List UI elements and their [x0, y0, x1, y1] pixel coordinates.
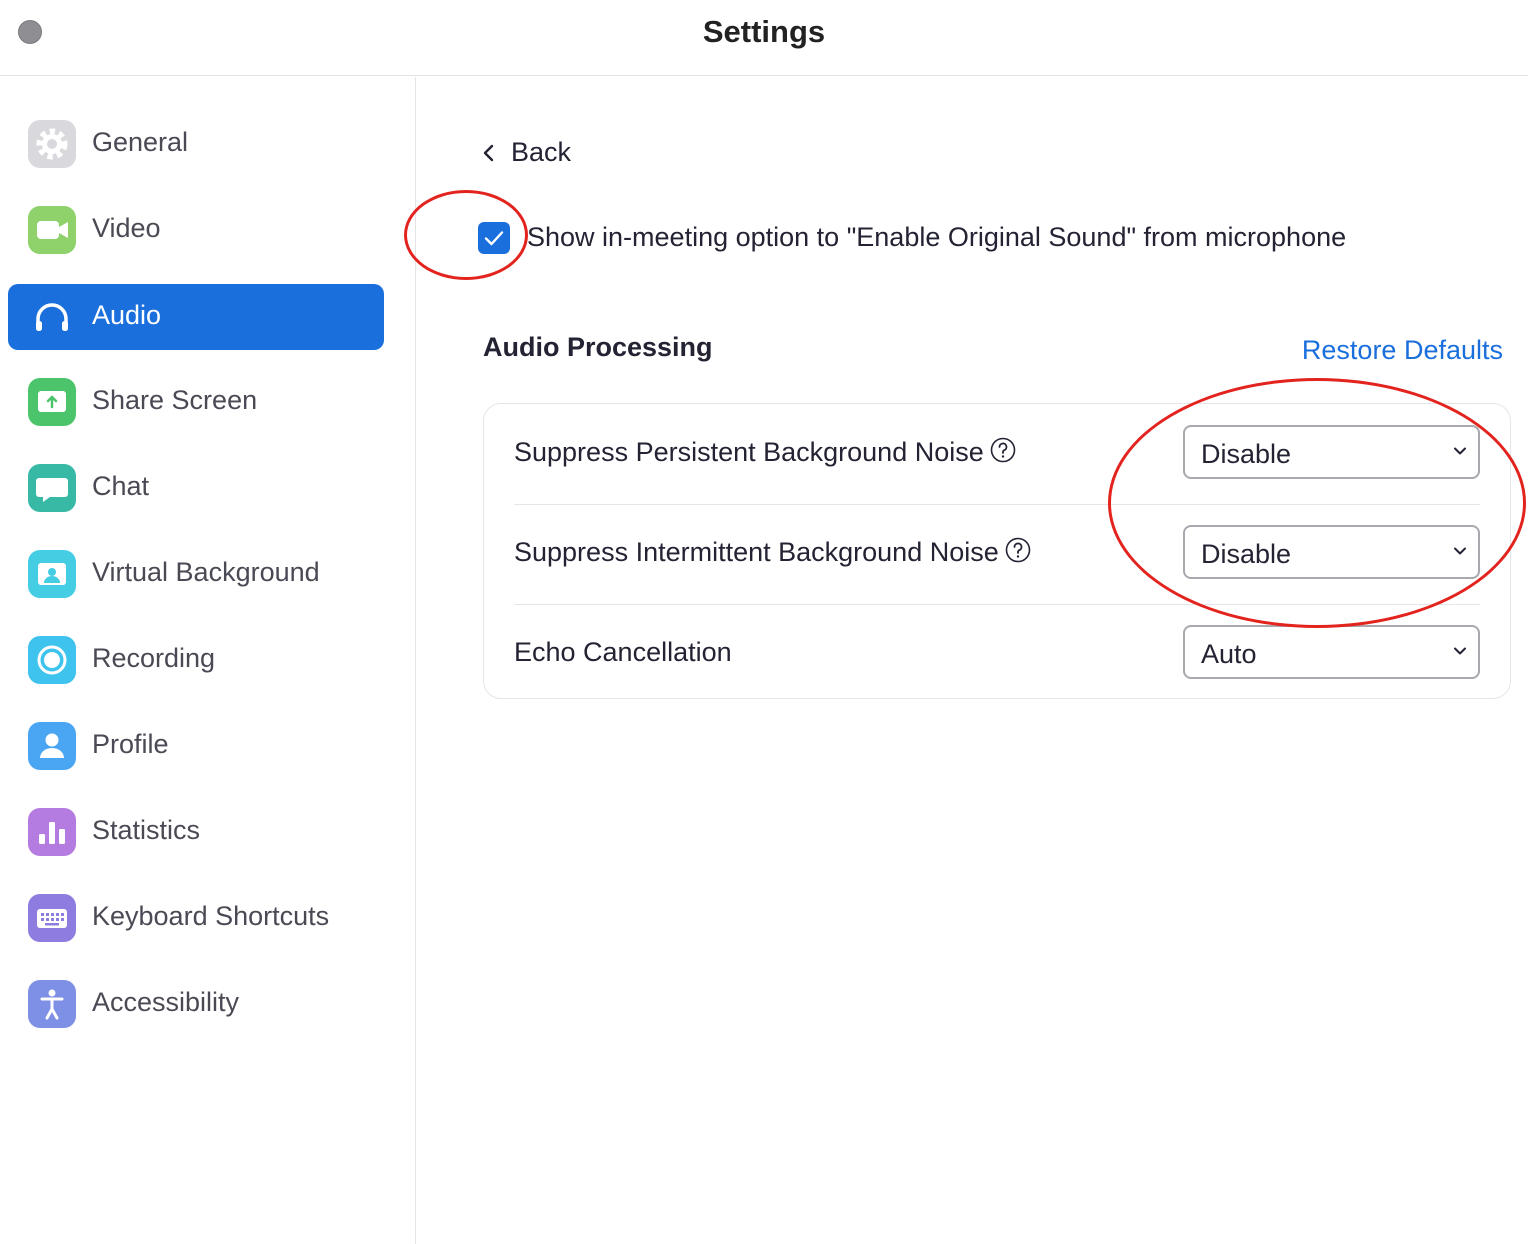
sidebar-item-label: Statistics — [92, 815, 201, 845]
sidebar-item-label: Keyboard Shortcuts — [92, 901, 330, 931]
sidebar-item-profile[interactable]: Profile — [8, 713, 384, 779]
setting-label: Echo Cancellation — [514, 637, 732, 667]
statistics-icon — [28, 808, 76, 856]
sidebar-item-label: General — [92, 127, 189, 157]
sidebar-item-accessibility[interactable]: Accessibility — [8, 971, 384, 1037]
sidebar-item-label: Audio — [92, 300, 162, 330]
recording-icon — [28, 636, 76, 684]
sidebar-item-statistics[interactable]: Statistics — [8, 799, 384, 865]
sidebar-item-label: Virtual Background — [92, 557, 320, 587]
checkmark-icon — [484, 231, 504, 246]
chevron-left-icon — [483, 144, 494, 162]
setting-row-echo-cancellation: Echo Cancellation Auto — [514, 604, 1480, 704]
setting-label: Suppress Intermittent Background Noise — [514, 537, 1031, 568]
setting-label: Suppress Persistent Background Noise — [514, 437, 1016, 468]
echo-cancellation-select[interactable]: Auto — [1183, 625, 1480, 679]
gear-icon — [28, 120, 76, 168]
restore-defaults-link[interactable]: Restore Defaults — [1302, 335, 1503, 366]
sidebar-item-audio[interactable]: Audio — [8, 284, 384, 350]
original-sound-label[interactable]: Show in-meeting option to "Enable Origin… — [527, 222, 1346, 253]
accessibility-icon — [28, 980, 76, 1028]
select-value: Disable — [1201, 539, 1292, 569]
sidebar-item-keyboard-shortcuts[interactable]: Keyboard Shortcuts — [8, 885, 384, 951]
intermittent-noise-select[interactable]: Disable — [1183, 525, 1480, 579]
setting-row-intermittent-noise: Suppress Intermittent Background Noise D… — [514, 504, 1480, 605]
help-icon[interactable] — [1005, 537, 1031, 563]
video-camera-icon — [28, 206, 76, 254]
sidebar-item-label: Video — [92, 213, 161, 243]
sidebar-item-label: Profile — [92, 729, 169, 759]
sidebar: General Video Audio Share Screen Chat Vi… — [0, 77, 416, 1244]
section-title: Audio Processing — [483, 332, 713, 362]
audio-settings-panel: Back Show in-meeting option to "Enable O… — [404, 77, 1528, 1244]
persistent-noise-select[interactable]: Disable — [1183, 425, 1480, 479]
sidebar-item-general[interactable]: General — [8, 111, 384, 177]
chat-bubble-icon — [28, 464, 76, 512]
window-title: Settings — [702, 14, 826, 49]
sidebar-item-share-screen[interactable]: Share Screen — [8, 369, 384, 435]
profile-icon — [28, 722, 76, 770]
help-icon[interactable] — [990, 437, 1016, 463]
sidebar-item-video[interactable]: Video — [8, 197, 384, 263]
virtual-background-icon — [28, 550, 76, 598]
title-bar: Settings — [0, 0, 1528, 76]
audio-processing-card: Suppress Persistent Background Noise Dis… — [483, 403, 1511, 699]
sidebar-item-label: Accessibility — [92, 987, 240, 1017]
back-label: Back — [511, 137, 572, 167]
setting-row-persistent-noise: Suppress Persistent Background Noise Dis… — [514, 404, 1480, 505]
chevron-down-icon — [1454, 447, 1466, 455]
select-value: Disable — [1201, 439, 1292, 469]
sidebar-item-virtual-background[interactable]: Virtual Background — [8, 541, 384, 607]
sidebar-item-recording[interactable]: Recording — [8, 627, 384, 693]
sidebar-item-label: Recording — [92, 643, 216, 673]
sidebar-item-label: Chat — [92, 471, 150, 501]
original-sound-checkbox[interactable] — [478, 222, 510, 254]
chevron-down-icon — [1454, 547, 1466, 555]
keyboard-icon — [28, 894, 76, 942]
headphones-icon — [28, 293, 76, 341]
sidebar-item-label: Share Screen — [92, 385, 258, 415]
chevron-down-icon — [1454, 647, 1466, 655]
share-screen-icon — [28, 378, 76, 426]
sidebar-item-chat[interactable]: Chat — [8, 455, 384, 521]
select-value: Auto — [1201, 639, 1257, 669]
